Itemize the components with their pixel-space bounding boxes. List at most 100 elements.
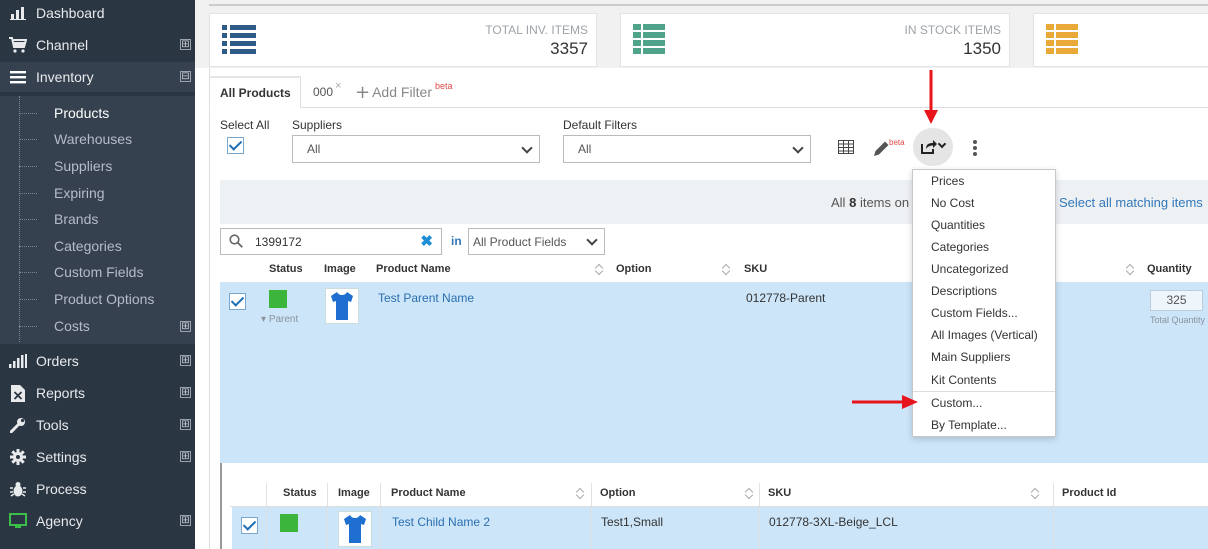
default-filters-label: Default Filters <box>563 118 638 132</box>
export-custom[interactable]: Custom... <box>913 392 1055 414</box>
export-categories[interactable]: Categories <box>913 236 1055 258</box>
excel-file-icon <box>8 384 28 402</box>
child-col-sku[interactable]: SKU <box>768 487 791 499</box>
tshirt-icon <box>331 292 353 320</box>
expand-icon[interactable]: ⊞ <box>180 451 191 462</box>
export-quantities[interactable]: Quantities <box>913 214 1055 236</box>
col-quantity[interactable]: Quantity <box>1147 263 1192 275</box>
expand-icon[interactable]: ⊞ <box>180 515 191 526</box>
child-col-option[interactable]: Option <box>600 487 635 499</box>
cart-icon <box>8 36 28 54</box>
col-sku[interactable]: SKU <box>744 263 767 275</box>
search-input[interactable]: 1399172 ✖ <box>220 228 442 255</box>
export-descriptions[interactable]: Descriptions <box>913 280 1055 302</box>
sort-icon[interactable] <box>576 487 584 499</box>
parent-toggle[interactable]: ▾ Parent <box>261 314 298 325</box>
nav-tools[interactable]: Tools ⊞ <box>0 410 195 440</box>
columns-table-icon[interactable] <box>837 138 855 156</box>
nav-inventory[interactable]: Inventory ⊟ <box>0 62 195 92</box>
subnav-suppliers[interactable]: Suppliers <box>0 153 195 179</box>
child-col-product-id[interactable]: Product Id <box>1062 487 1116 499</box>
product-thumbnail[interactable] <box>338 511 372 547</box>
sort-icon[interactable] <box>745 487 753 499</box>
export-all-images[interactable]: All Images (Vertical) <box>913 324 1055 346</box>
export-prices[interactable]: Prices <box>913 170 1055 192</box>
product-name-link[interactable]: Test Parent Name <box>378 291 474 305</box>
expand-icon[interactable]: ⊞ <box>180 419 191 430</box>
select-all-matching-link[interactable]: Select all matching items <box>1059 195 1203 210</box>
product-sku: 012778-Parent <box>746 291 826 305</box>
inventory-subnav: Products Warehouses Suppliers Expiring B… <box>0 96 195 344</box>
nav-reports[interactable]: Reports ⊞ <box>0 378 195 408</box>
monitor-icon <box>8 512 28 530</box>
expand-icon[interactable]: ⊞ <box>180 321 191 332</box>
chevron-down-icon <box>792 142 804 154</box>
nav-dashboard[interactable]: Dashboard <box>0 0 195 28</box>
child-col-product-name[interactable]: Product Name <box>391 487 466 499</box>
search-icon <box>229 234 243 251</box>
sort-icon[interactable] <box>595 263 603 275</box>
expand-icon[interactable]: ⊞ <box>180 39 191 50</box>
nav-process[interactable]: Process <box>0 474 195 504</box>
col-option[interactable]: Option <box>616 263 651 275</box>
row-checkbox[interactable] <box>241 517 258 534</box>
expand-icon[interactable]: ⊞ <box>180 387 191 398</box>
subnav-products[interactable]: Products <box>0 100 195 126</box>
stat-third <box>1033 13 1208 67</box>
export-main-suppliers[interactable]: Main Suppliers <box>913 346 1055 368</box>
tab-all-products[interactable]: All Products <box>209 76 301 108</box>
subnav-warehouses[interactable]: Warehouses <box>0 126 195 152</box>
export-by-template[interactable]: By Template... <box>913 414 1055 436</box>
wrench-icon <box>8 416 28 434</box>
bug-icon <box>8 480 28 498</box>
status-active-indicator <box>269 290 287 308</box>
subnav-categories[interactable]: Categories <box>0 233 195 259</box>
nav-orders-label: Orders <box>36 353 79 369</box>
stat-value: 1350 <box>963 39 1001 58</box>
add-filter-button[interactable]: + Add Filter beta <box>355 76 453 108</box>
search-in-label: in <box>451 234 462 248</box>
export-kit-contents[interactable]: Kit Contents <box>913 369 1055 391</box>
row-checkbox[interactable] <box>229 293 246 310</box>
export-button[interactable] <box>913 128 953 166</box>
nav-process-label: Process <box>36 481 87 497</box>
edit-pencil-icon[interactable] <box>871 138 891 158</box>
subnav-product-options[interactable]: Product Options <box>0 286 195 312</box>
child-col-image: Image <box>338 487 370 499</box>
subnav-custom-fields[interactable]: Custom Fields <box>0 259 195 285</box>
nav-agency[interactable]: Agency ⊞ <box>0 506 195 536</box>
search-value: 1399172 <box>255 235 302 249</box>
expand-icon[interactable]: ⊞ <box>180 355 191 366</box>
export-uncategorized[interactable]: Uncategorized <box>913 258 1055 280</box>
more-vertical-icon[interactable] <box>971 138 979 158</box>
collapse-icon[interactable]: ⊟ <box>180 71 191 82</box>
subnav-costs[interactable]: Costs ⊞ <box>0 313 195 339</box>
table-row-child[interactable] <box>232 507 1208 549</box>
sort-icon[interactable] <box>1126 263 1134 275</box>
nav-orders[interactable]: Orders ⊞ <box>0 346 195 376</box>
clear-search-icon[interactable]: ✖ <box>420 232 433 250</box>
subnav-brands[interactable]: Brands <box>0 206 195 232</box>
edit-beta-badge: beta <box>889 138 905 147</box>
tab-saved-filter[interactable]: 000 × <box>313 76 341 108</box>
sort-icon[interactable] <box>1031 487 1039 499</box>
nav-channel[interactable]: Channel ⊞ <box>0 30 195 60</box>
subnav-expiring[interactable]: Expiring <box>0 180 195 206</box>
table-row-parent[interactable] <box>220 282 1208 463</box>
main-content: TOTAL INV. ITEMS 3357 IN STOCK ITEMS 135… <box>195 0 1208 549</box>
close-icon[interactable]: × <box>335 80 341 92</box>
suppliers-select[interactable]: All <box>292 135 540 163</box>
table-list-icon <box>633 24 665 57</box>
quantity-value: 325 <box>1150 290 1203 311</box>
nav-settings[interactable]: Settings ⊞ <box>0 442 195 472</box>
export-custom-fields[interactable]: Custom Fields... <box>913 302 1055 324</box>
nav-settings-label: Settings <box>36 449 87 465</box>
select-all-checkbox[interactable] <box>227 137 244 154</box>
col-product-name[interactable]: Product Name <box>376 263 451 275</box>
default-filters-select[interactable]: All <box>563 135 811 163</box>
export-no-cost[interactable]: No Cost <box>913 192 1055 214</box>
product-thumbnail[interactable] <box>325 288 359 324</box>
sort-icon[interactable] <box>722 263 730 275</box>
search-field-select[interactable]: All Product Fields <box>468 228 605 255</box>
product-name-link[interactable]: Test Child Name 2 <box>392 515 490 529</box>
